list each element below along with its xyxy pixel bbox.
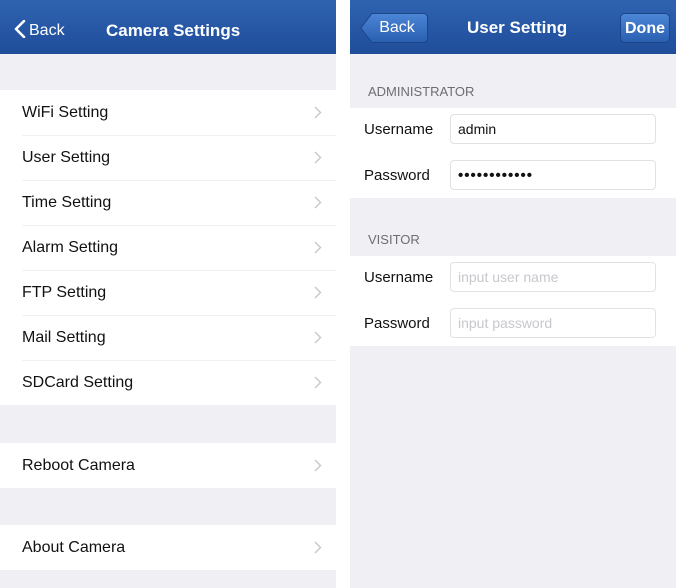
reboot-camera-item[interactable]: Reboot Camera: [0, 443, 336, 488]
list-item-label: About Camera: [22, 539, 126, 556]
reboot-group: Reboot Camera: [0, 443, 336, 488]
chevron-right-icon: [314, 241, 322, 254]
back-button[interactable]: Back: [360, 13, 428, 43]
chevron-right-icon: [314, 376, 322, 389]
list-item-wifi-setting[interactable]: WiFi Setting: [0, 90, 336, 135]
list-item-label: WiFi Setting: [22, 104, 109, 121]
visitor-username-row: Username: [350, 256, 676, 300]
chevron-right-icon: [314, 151, 322, 164]
admin-password-row: Password: [350, 154, 676, 198]
navigation-bar: Back Camera Settings: [0, 0, 336, 54]
list-item-label: Mail Setting: [22, 329, 106, 346]
username-label: Username: [364, 269, 434, 286]
list-item-time-setting[interactable]: Time Setting: [0, 180, 336, 225]
admin-username-input[interactable]: [450, 114, 656, 144]
list-item-mail-setting[interactable]: Mail Setting: [0, 315, 336, 360]
list-item-label: Alarm Setting: [22, 239, 119, 256]
back-label: Back: [379, 19, 415, 36]
administrator-group: Username Password: [350, 108, 676, 198]
admin-username-row: Username: [350, 108, 676, 152]
list-item-user-setting[interactable]: User Setting: [0, 135, 336, 180]
administrator-section-header: ADMINISTRATOR: [368, 84, 475, 99]
list-item-alarm-setting[interactable]: Alarm Setting: [0, 225, 336, 270]
navigation-bar: Back User Setting Done: [350, 0, 676, 54]
chevron-right-icon: [314, 286, 322, 299]
list-item-label: FTP Setting: [22, 284, 107, 301]
about-camera-item[interactable]: About Camera: [0, 525, 336, 570]
list-item-label: Reboot Camera: [22, 457, 135, 474]
page-title: Camera Settings: [106, 21, 241, 40]
chevron-right-icon: [314, 541, 322, 554]
admin-password-input[interactable]: [450, 160, 656, 190]
list-item-ftp-setting[interactable]: FTP Setting: [0, 270, 336, 315]
visitor-section-header: VISITOR: [368, 232, 420, 247]
back-label: Back: [29, 22, 65, 39]
visitor-password-input[interactable]: [450, 308, 656, 338]
chevron-right-icon: [314, 196, 322, 209]
password-label: Password: [364, 315, 430, 332]
done-button[interactable]: Done: [620, 13, 670, 43]
user-setting-screen: Back User Setting Done ADMINISTRATOR Use…: [350, 0, 676, 588]
camera-settings-screen: Back Camera Settings WiFi Setting User S…: [0, 0, 336, 588]
username-label: Username: [364, 121, 434, 138]
page-title: User Setting: [467, 18, 568, 37]
back-button[interactable]: Back: [14, 0, 65, 54]
chevron-right-icon: [314, 106, 322, 119]
list-item-sdcard-setting[interactable]: SDCard Setting: [0, 360, 336, 405]
settings-list: WiFi Setting User Setting Time Setting A…: [0, 90, 336, 405]
chevron-left-icon: [14, 19, 26, 38]
chevron-right-icon: [314, 459, 322, 472]
visitor-group: Username Password: [350, 256, 676, 346]
visitor-username-input[interactable]: [450, 262, 656, 292]
chevron-right-icon: [314, 331, 322, 344]
about-group: About Camera: [0, 525, 336, 570]
visitor-password-row: Password: [350, 302, 676, 346]
list-item-label: User Setting: [22, 149, 111, 166]
list-item-label: Time Setting: [22, 194, 112, 211]
list-item-label: SDCard Setting: [22, 374, 134, 391]
password-label: Password: [364, 167, 430, 184]
